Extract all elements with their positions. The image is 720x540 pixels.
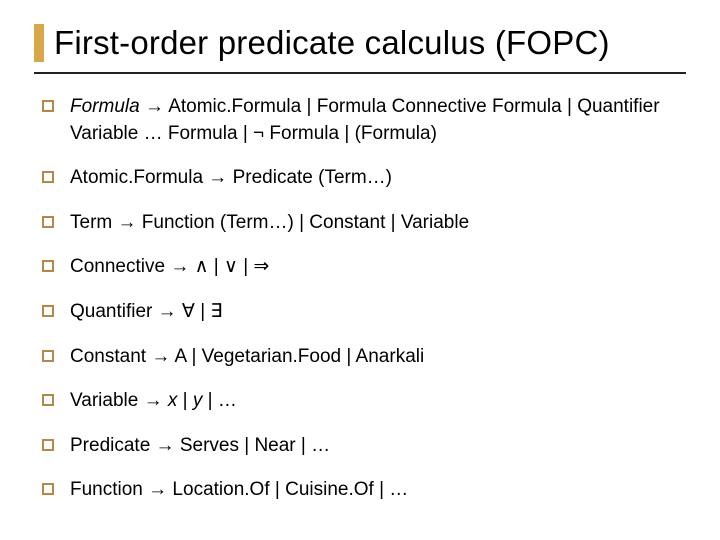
- list-item: Connective → ∧ | ∨ | ⇒: [42, 254, 686, 281]
- title-accent: First-order predicate calculus (FOPC): [34, 24, 686, 62]
- list-item: Quantifier → ∀ | ∃: [42, 299, 686, 326]
- list-item-text: Constant → A | Vegetarian.Food | Anarkal…: [70, 344, 686, 371]
- list-item: Predicate → Serves | Near | …: [42, 433, 686, 460]
- list-item-text: Connective → ∧ | ∨ | ⇒: [70, 254, 686, 281]
- bullet-icon: [42, 260, 54, 272]
- list-item-text: Formula → Atomic.Formula | Formula Conne…: [70, 94, 686, 147]
- list-item-text: Term → Function (Term…) | Constant | Var…: [70, 210, 686, 237]
- title-divider: [34, 72, 686, 74]
- list-item-text: Quantifier → ∀ | ∃: [70, 299, 686, 326]
- bullet-icon: [42, 483, 54, 495]
- list-item-text: Function → Location.Of | Cuisine.Of | …: [70, 477, 686, 504]
- slide-title: First-order predicate calculus (FOPC): [54, 24, 686, 62]
- list-item: Formula → Atomic.Formula | Formula Conne…: [42, 94, 686, 147]
- slide: First-order predicate calculus (FOPC) Fo…: [0, 0, 720, 540]
- list-item-text: Atomic.Formula → Predicate (Term…): [70, 165, 686, 192]
- bullet-icon: [42, 171, 54, 183]
- list-item-text: Variable → x | y | …: [70, 388, 686, 415]
- bullet-icon: [42, 216, 54, 228]
- bullet-icon: [42, 394, 54, 406]
- list-item: Atomic.Formula → Predicate (Term…): [42, 165, 686, 192]
- bullet-list: Formula → Atomic.Formula | Formula Conne…: [34, 94, 686, 504]
- bullet-icon: [42, 439, 54, 451]
- list-item: Constant → A | Vegetarian.Food | Anarkal…: [42, 344, 686, 371]
- bullet-icon: [42, 305, 54, 317]
- list-item: Function → Location.Of | Cuisine.Of | …: [42, 477, 686, 504]
- list-item: Term → Function (Term…) | Constant | Var…: [42, 210, 686, 237]
- list-item-text: Predicate → Serves | Near | …: [70, 433, 686, 460]
- bullet-icon: [42, 350, 54, 362]
- list-item: Variable → x | y | …: [42, 388, 686, 415]
- bullet-icon: [42, 100, 54, 112]
